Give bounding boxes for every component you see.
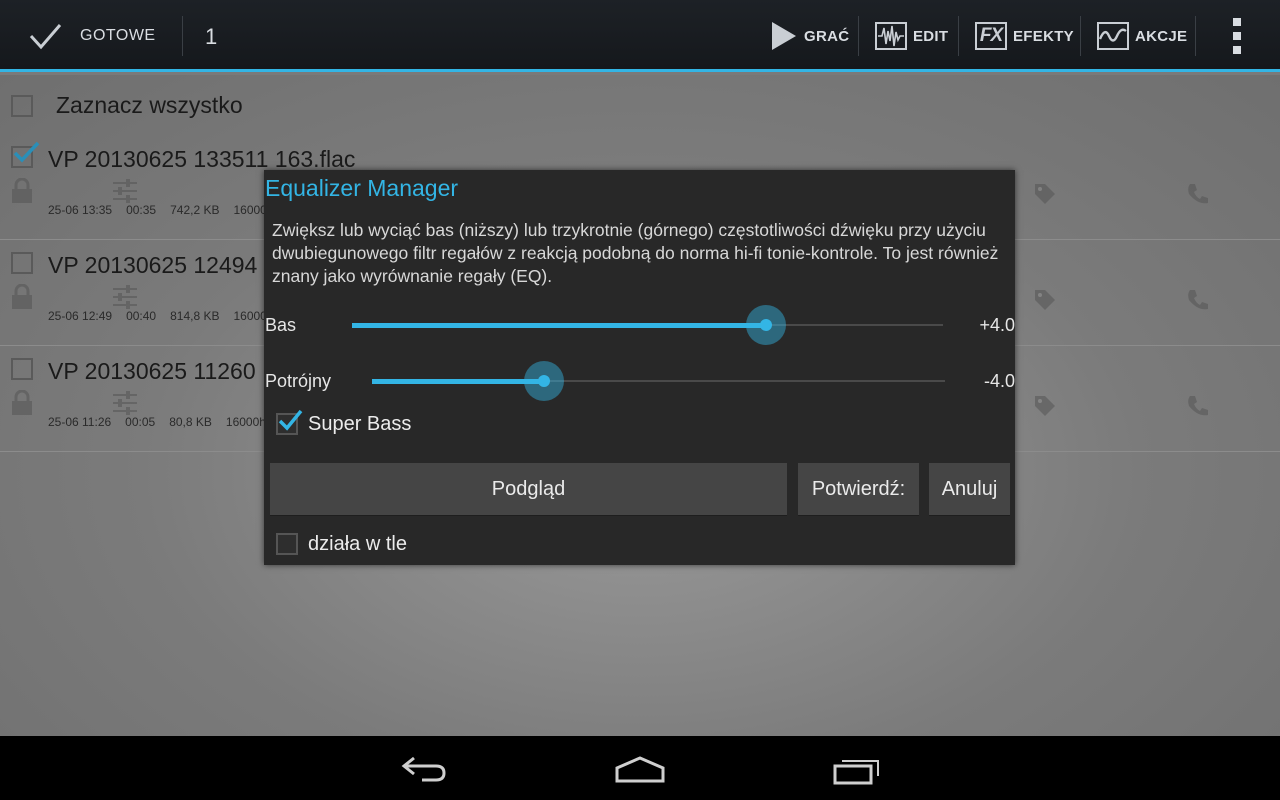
lock-icon [12,284,32,309]
play-label: GRAĆ [804,27,850,45]
actions-label: AKCJE [1135,27,1188,45]
done-label: GOTOWE [80,27,156,44]
super-bass-label: Super Bass [308,413,412,435]
phone-icon [1188,396,1208,416]
equalizer-icon [113,285,137,309]
edit-button[interactable]: EDIT [875,0,948,72]
recent-apps-icon[interactable] [832,754,882,786]
treble-slider-fill [372,379,544,384]
file-meta: 25-06 11:26 00:05 80,8 KB 16000h [48,415,266,429]
play-icon [772,22,796,50]
treble-slider-thumb[interactable] [524,361,564,401]
bass-slider-thumb[interactable] [746,305,786,345]
cancel-button[interactable]: Anuluj [929,463,1010,516]
equalizer-icon [113,179,137,203]
bass-label: Bas [265,315,297,335]
run-in-background-checkbox[interactable] [276,533,298,555]
play-button[interactable]: GRAĆ [770,0,849,72]
phone-icon [1188,290,1208,310]
action-bar: GOTOWE 1 GRAĆ EDIT FX EFEKTY AKCJE [0,0,1280,72]
back-icon[interactable] [400,754,448,784]
divider [858,16,859,56]
treble-value: -4.0 [983,371,1015,391]
select-all-checkbox[interactable] [11,95,33,117]
selected-count: 1 [205,24,218,49]
divider [958,16,959,56]
divider [182,16,183,56]
tag-icon [1035,396,1055,416]
check-mark-icon [13,141,40,163]
file-title: VP 20130625 11260 [48,358,256,384]
run-in-background-label: działa w tle [308,533,407,555]
fx-icon: FX [975,22,1007,50]
dialog-title: Equalizer Manager [265,175,459,201]
bass-value: +4.0 [979,315,1015,335]
row-checkbox[interactable] [11,358,33,380]
equalizer-dialog: Equalizer Manager Zwiększ lub wyciąć bas… [264,170,1015,565]
equalizer-icon [113,391,137,415]
overflow-menu-icon[interactable] [1228,18,1246,54]
wave-actions-icon [1097,22,1129,50]
tag-icon [1035,184,1055,204]
waveform-edit-icon [875,22,907,50]
tag-icon [1035,290,1055,310]
file-meta: 25-06 13:35 00:35 742,2 KB 16000 [48,203,267,217]
checkmark-icon [29,24,62,50]
bass-slider-fill [352,323,766,328]
file-title: VP 20130625 12494 [48,252,258,278]
effects-label: EFEKTY [1013,27,1074,45]
lock-icon [12,390,32,415]
phone-icon [1188,184,1208,204]
lock-icon [12,178,32,203]
divider [1080,16,1081,56]
dialog-description: Zwiększ lub wyciąć bas (niższy) lub trzy… [272,220,999,286]
check-mark-icon [278,409,303,431]
done-button[interactable]: GOTOWE [0,0,182,72]
treble-label: Potrójny [265,371,332,391]
preview-button[interactable]: Podgląd [270,463,787,516]
confirm-button[interactable]: Potwierdź: [798,463,919,516]
actions-button[interactable]: AKCJE [1097,0,1187,72]
edit-label: EDIT [913,27,949,45]
divider [1195,16,1196,56]
select-all-label: Zaznacz wszystko [56,92,243,118]
system-nav-bar [0,736,1280,800]
effects-button[interactable]: FX EFEKTY [975,0,1074,72]
file-title: VP 20130625 133511 163.flac [48,146,356,172]
home-icon[interactable] [614,756,666,784]
file-meta: 25-06 12:49 00:40 814,8 KB 16000 [48,309,267,323]
row-checkbox[interactable] [11,252,33,274]
